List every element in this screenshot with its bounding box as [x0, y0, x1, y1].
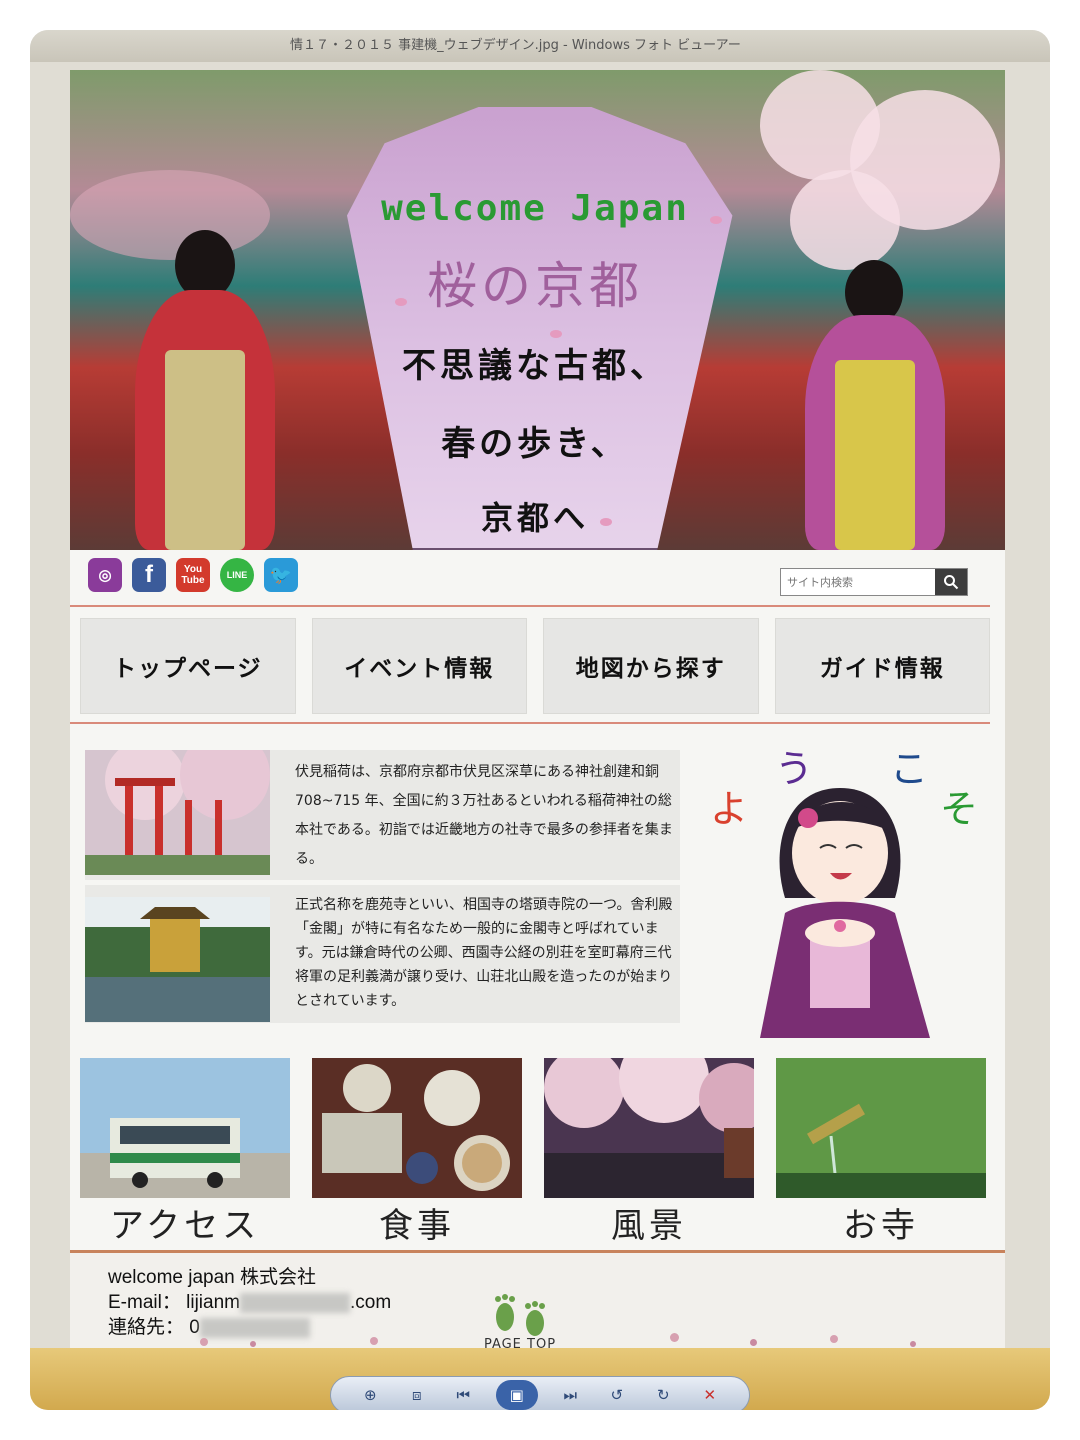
search-input[interactable] — [781, 569, 935, 595]
page-top-button[interactable]: PAGE TOP — [470, 1293, 570, 1353]
petal-decoration — [395, 298, 407, 306]
kinkakuji-image[interactable] — [85, 897, 270, 1022]
company-info: welcome japan 株式会社 E-mail： lijianm .com 連… — [108, 1265, 391, 1340]
scenery-image — [544, 1058, 754, 1198]
actual-size-icon[interactable]: ⧈ — [403, 1383, 431, 1407]
category-label: お寺 — [843, 1206, 919, 1246]
rotate-left-icon[interactable]: ↺ — [603, 1383, 631, 1407]
maiko-left-image — [120, 230, 290, 550]
redacted-blur — [239, 1292, 350, 1313]
hero-title: 桜の京都 — [427, 257, 643, 315]
petal-decoration — [200, 1338, 208, 1346]
redacted-blur — [199, 1317, 310, 1338]
category-temple[interactable]: お寺 — [776, 1058, 986, 1246]
email-end: .com — [349, 1292, 392, 1313]
line-icon[interactable]: LINE — [220, 558, 254, 592]
contact-line: 連絡先： 0 — [108, 1315, 391, 1340]
category-label: 食事 — [379, 1206, 455, 1246]
hero-line-3: 京都へ — [480, 499, 589, 537]
photo-frame: 情１７・２０１５ 事建機_ウェブデザイン.jpg - Windows フォト ビ… — [30, 30, 1050, 1410]
search-button[interactable] — [935, 569, 967, 595]
next-icon[interactable]: ⏭ — [556, 1383, 584, 1407]
petal-decoration — [600, 518, 612, 526]
main-nav: トップページ イベント情報 地図から探す ガイド情報 — [80, 618, 990, 714]
article-fushimi: 伏見稲荷は、京都府京都市伏見区深草にある神社創建和銅 708~715 年、全国に… — [85, 750, 680, 880]
web-page: welcome Japan 桜の京都 不思議な古都、 春の歩き、 京都へ ◎ f… — [70, 70, 1005, 1355]
email-label: E-mail： — [108, 1292, 181, 1313]
welcome-heading: welcome Japan — [381, 188, 689, 229]
company-name: welcome japan 株式会社 — [108, 1267, 317, 1288]
nav-guide-info[interactable]: ガイド情報 — [774, 618, 990, 714]
twitter-icon[interactable]: 🐦 — [264, 558, 298, 592]
mascot-illustration — [760, 788, 930, 1038]
temple-image — [776, 1058, 986, 1198]
category-grid: アクセス 食事 風景 お寺 — [80, 1058, 995, 1246]
footer: welcome japan 株式会社 E-mail： lijianm .com 連… — [70, 1253, 1005, 1355]
hero-line-2: 春の歩き、 — [441, 424, 629, 464]
window-title: 情１７・２０１５ 事建機_ウェブデザイン.jpg - Windows フォト ビ… — [30, 30, 1050, 62]
hero-banner: welcome Japan 桜の京都 不思議な古都、 春の歩き、 京都へ — [70, 70, 1005, 550]
access-image — [80, 1058, 290, 1198]
article-kinkakuji: 正式名称を鹿苑寺といい、相国寺の塔頭寺院の一つ。舎利殿「金閣」が特に有名なため一… — [85, 885, 680, 1023]
nav-event-info[interactable]: イベント情報 — [311, 618, 527, 714]
petal-decoration — [710, 216, 722, 224]
zoom-icon[interactable]: ⊕ — [356, 1383, 384, 1407]
footprints-icon — [495, 1294, 545, 1336]
rotate-right-icon[interactable]: ↻ — [649, 1383, 677, 1407]
slideshow-icon[interactable]: ▣ — [495, 1380, 538, 1410]
divider — [70, 605, 990, 607]
petal-decoration — [250, 1341, 256, 1347]
petal-decoration — [910, 1341, 916, 1347]
category-food[interactable]: 食事 — [312, 1058, 522, 1246]
article-text: 伏見稲荷は、京都府京都市伏見区深草にある神社創建和銅 708~715 年、全国に… — [295, 764, 673, 867]
fushimi-inari-image[interactable] — [85, 750, 270, 875]
category-label: アクセス — [109, 1206, 261, 1246]
blossom-decoration — [790, 170, 900, 270]
search-icon — [944, 575, 959, 590]
viewer-toolbar: ⊕ ⧈ ⏮ ▣ ⏭ ↺ ↻ ✕ — [330, 1376, 750, 1410]
category-access[interactable]: アクセス — [80, 1058, 290, 1246]
email-start: lijianm — [186, 1292, 240, 1313]
category-scenery[interactable]: 風景 — [544, 1058, 754, 1246]
category-label: 風景 — [611, 1206, 687, 1246]
maiko-right-image — [790, 260, 960, 550]
email-line: E-mail： lijianm .com — [108, 1290, 391, 1315]
food-image — [312, 1058, 522, 1198]
petal-decoration — [550, 330, 562, 338]
fan-panel: welcome Japan 桜の京都 不思議な古都、 春の歩き、 京都へ — [300, 98, 770, 550]
youtube-icon[interactable]: You Tube — [176, 558, 210, 592]
instagram-icon[interactable]: ◎ — [88, 558, 122, 592]
article-text: 正式名称を鹿苑寺といい、相国寺の塔頭寺院の一つ。舎利殿「金閣」が特に有名なため一… — [295, 897, 673, 1009]
nav-top-page[interactable]: トップページ — [80, 618, 296, 714]
previous-icon[interactable]: ⏮ — [449, 1383, 477, 1407]
divider — [70, 722, 990, 724]
mascot-welcome: よ う こ そ — [690, 738, 1000, 1058]
hero-line-1: 不思議な古都、 — [402, 346, 668, 386]
site-search — [780, 568, 968, 596]
contact-label: 連絡先： — [108, 1317, 185, 1338]
nav-map-search[interactable]: 地図から探す — [543, 618, 759, 714]
petal-decoration — [670, 1333, 679, 1342]
petal-decoration — [830, 1335, 838, 1343]
contact-start: 0 — [189, 1317, 200, 1338]
petal-decoration — [370, 1337, 378, 1345]
delete-icon[interactable]: ✕ — [696, 1383, 724, 1407]
petal-decoration — [750, 1339, 757, 1346]
social-links: ◎ f You Tube LINE 🐦 — [88, 558, 298, 594]
facebook-icon[interactable]: f — [132, 558, 166, 592]
